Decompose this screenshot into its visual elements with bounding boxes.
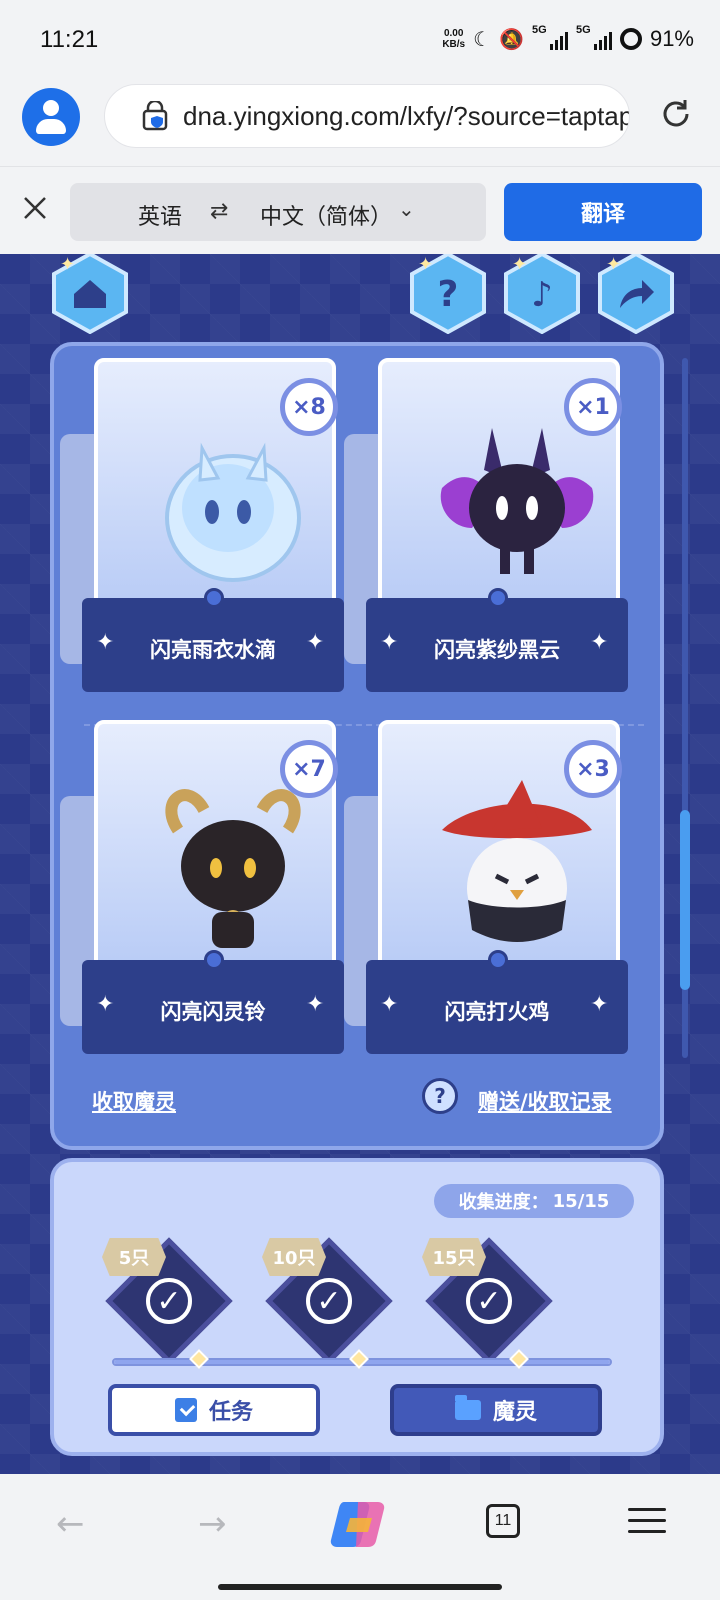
collect-pet-link[interactable]: 收取魔灵 bbox=[92, 1086, 176, 1116]
swap-icon[interactable]: ⇄ bbox=[210, 199, 228, 224]
signal-icon: 5G bbox=[532, 24, 568, 50]
moon-icon: ☾ bbox=[473, 28, 492, 51]
svg-text:?: ? bbox=[438, 274, 459, 315]
menu-icon[interactable] bbox=[628, 1508, 666, 1534]
check-icon: ✓ bbox=[466, 1278, 512, 1324]
count-badge: ×1 bbox=[564, 378, 622, 436]
milestone-label: 15只 bbox=[422, 1238, 486, 1276]
browser-bottom-nav: ← → 11 bbox=[0, 1474, 720, 1600]
svg-text:♪: ♪ bbox=[531, 275, 553, 315]
status-indicators: 0.00 KB/s ☾ 🔕 5G 5G 91% bbox=[442, 24, 694, 52]
pet-card-4[interactable]: ×3 ✦ 闪亮打火鸡 ✦ bbox=[344, 720, 628, 1056]
translate-bar: 英语 ⇄ 中文（简体） ⌄ 翻译 bbox=[0, 166, 720, 254]
source-language: 英语 bbox=[138, 205, 183, 230]
question-icon: ? ✦ bbox=[410, 254, 486, 335]
sparkle-icon: ✦ bbox=[590, 630, 609, 655]
purple-veil-black-cloud-creature bbox=[440, 428, 594, 574]
status-bar: 11:21 0.00 KB/s ☾ 🔕 5G 5G 91% bbox=[0, 0, 720, 82]
milestone-label: 10只 bbox=[262, 1238, 326, 1276]
target-language: 中文（简体） bbox=[260, 205, 393, 230]
svg-text:✦: ✦ bbox=[606, 254, 621, 275]
folder-icon bbox=[454, 1395, 481, 1420]
count-badge: ×3 bbox=[564, 740, 622, 798]
card-art: ×3 bbox=[378, 720, 622, 970]
pet-name: 闪亮闪灵铃 bbox=[160, 1000, 266, 1024]
count-badge: ×8 bbox=[280, 378, 338, 436]
home-icon: ✦ bbox=[52, 254, 128, 335]
signal-icon-2: 5G bbox=[576, 24, 612, 50]
gift-record-link[interactable]: 赠送/收取记录 bbox=[478, 1086, 612, 1116]
battery-level: 91% bbox=[649, 26, 694, 51]
milestone-2[interactable]: ✓ 10只 bbox=[262, 1237, 393, 1368]
svg-text:✦: ✦ bbox=[60, 254, 75, 275]
address-bar: dna.yingxiong.com/lxfy/?source=taptap bbox=[0, 82, 720, 166]
check-icon: ✓ bbox=[306, 1278, 352, 1324]
card-art: ×1 bbox=[378, 358, 622, 608]
site-security-icon[interactable] bbox=[141, 101, 169, 131]
help-button[interactable]: ? ✦ bbox=[406, 254, 490, 335]
language-selector[interactable]: 英语 ⇄ 中文（简体） ⌄ bbox=[70, 183, 486, 241]
card-art: ×7 bbox=[94, 720, 338, 970]
flash-bell-creature bbox=[165, 789, 301, 948]
task-icon bbox=[174, 1398, 197, 1422]
pet-button[interactable]: 魔灵 bbox=[390, 1384, 602, 1436]
bell-muted-icon: 🔕 bbox=[499, 28, 524, 51]
help-icon[interactable]: ? bbox=[422, 1078, 458, 1114]
task-button[interactable]: 任务 bbox=[108, 1384, 320, 1436]
music-note-icon: ♪ ✦ bbox=[504, 254, 580, 335]
url-field[interactable]: dna.yingxiong.com/lxfy/?source=taptap bbox=[104, 84, 630, 148]
back-arrow-icon[interactable]: ← bbox=[56, 1504, 85, 1544]
net-speed: 0.00 KB/s bbox=[442, 28, 466, 50]
translate-button[interactable]: 翻译 bbox=[504, 183, 702, 241]
svg-text:✦: ✦ bbox=[418, 254, 433, 275]
progress-panel: 收集进度： 15/15 ✓ 5只 ✓ 10只 ✓ 15只 任务 魔灵 bbox=[50, 1158, 664, 1456]
forward-arrow-icon[interactable]: → bbox=[198, 1504, 227, 1544]
sparkle-icon: ✦ bbox=[306, 992, 325, 1017]
home-button[interactable]: ✦ bbox=[48, 254, 132, 335]
share-button[interactable]: ✦ bbox=[594, 254, 678, 335]
copilot-icon[interactable] bbox=[330, 1498, 388, 1548]
card-art: ×8 bbox=[94, 358, 338, 608]
home-indicator bbox=[218, 1584, 502, 1590]
sparkle-icon: ✦ bbox=[590, 992, 609, 1017]
profile-avatar[interactable] bbox=[22, 88, 80, 146]
raincoat-droplet-creature bbox=[165, 442, 301, 582]
close-icon[interactable] bbox=[20, 193, 50, 223]
pet-card-2[interactable]: ×1 ✦ 闪亮紫纱黑云 ✦ bbox=[344, 358, 628, 694]
pet-name: 闪亮雨衣水滴 bbox=[150, 638, 276, 662]
svg-text:✦: ✦ bbox=[512, 254, 527, 275]
milestone-label: 5只 bbox=[102, 1238, 166, 1276]
pet-name: 闪亮打火鸡 bbox=[444, 1000, 550, 1024]
share-icon: ✦ bbox=[598, 254, 674, 335]
music-button[interactable]: ♪ ✦ bbox=[500, 254, 584, 335]
reload-icon[interactable] bbox=[658, 96, 694, 132]
fire-chicken-creature bbox=[442, 780, 592, 942]
scrollbar-thumb[interactable] bbox=[680, 810, 690, 990]
sparkle-icon: ✦ bbox=[306, 630, 325, 655]
pet-name: 闪亮紫纱黑云 bbox=[434, 638, 560, 662]
tabs-button[interactable]: 11 bbox=[486, 1504, 520, 1538]
collection-progress: 收集进度： 15/15 bbox=[434, 1184, 634, 1218]
pet-card-3[interactable]: ×7 ✦ 闪亮闪灵铃 ✦ bbox=[60, 720, 344, 1056]
game-view: ✦ ? ✦ ♪ ✦ ✦ ×8 ✦ 闪亮雨衣水滴 ✦ ×1 ✦ 闪亮紫纱黑云 ✦ … bbox=[0, 254, 720, 1474]
chevron-down-icon: ⌄ bbox=[398, 197, 415, 221]
status-time: 11:21 bbox=[40, 26, 99, 53]
check-icon: ✓ bbox=[146, 1278, 192, 1324]
milestone-3[interactable]: ✓ 15只 bbox=[422, 1237, 553, 1368]
count-badge: ×7 bbox=[280, 740, 338, 798]
pet-card-1[interactable]: ×8 ✦ 闪亮雨衣水滴 ✦ bbox=[60, 358, 344, 694]
battery-icon bbox=[619, 28, 642, 50]
milestone-1[interactable]: ✓ 5只 bbox=[102, 1237, 233, 1368]
url-text: dna.yingxiong.com/lxfy/?source=taptap bbox=[183, 101, 630, 131]
